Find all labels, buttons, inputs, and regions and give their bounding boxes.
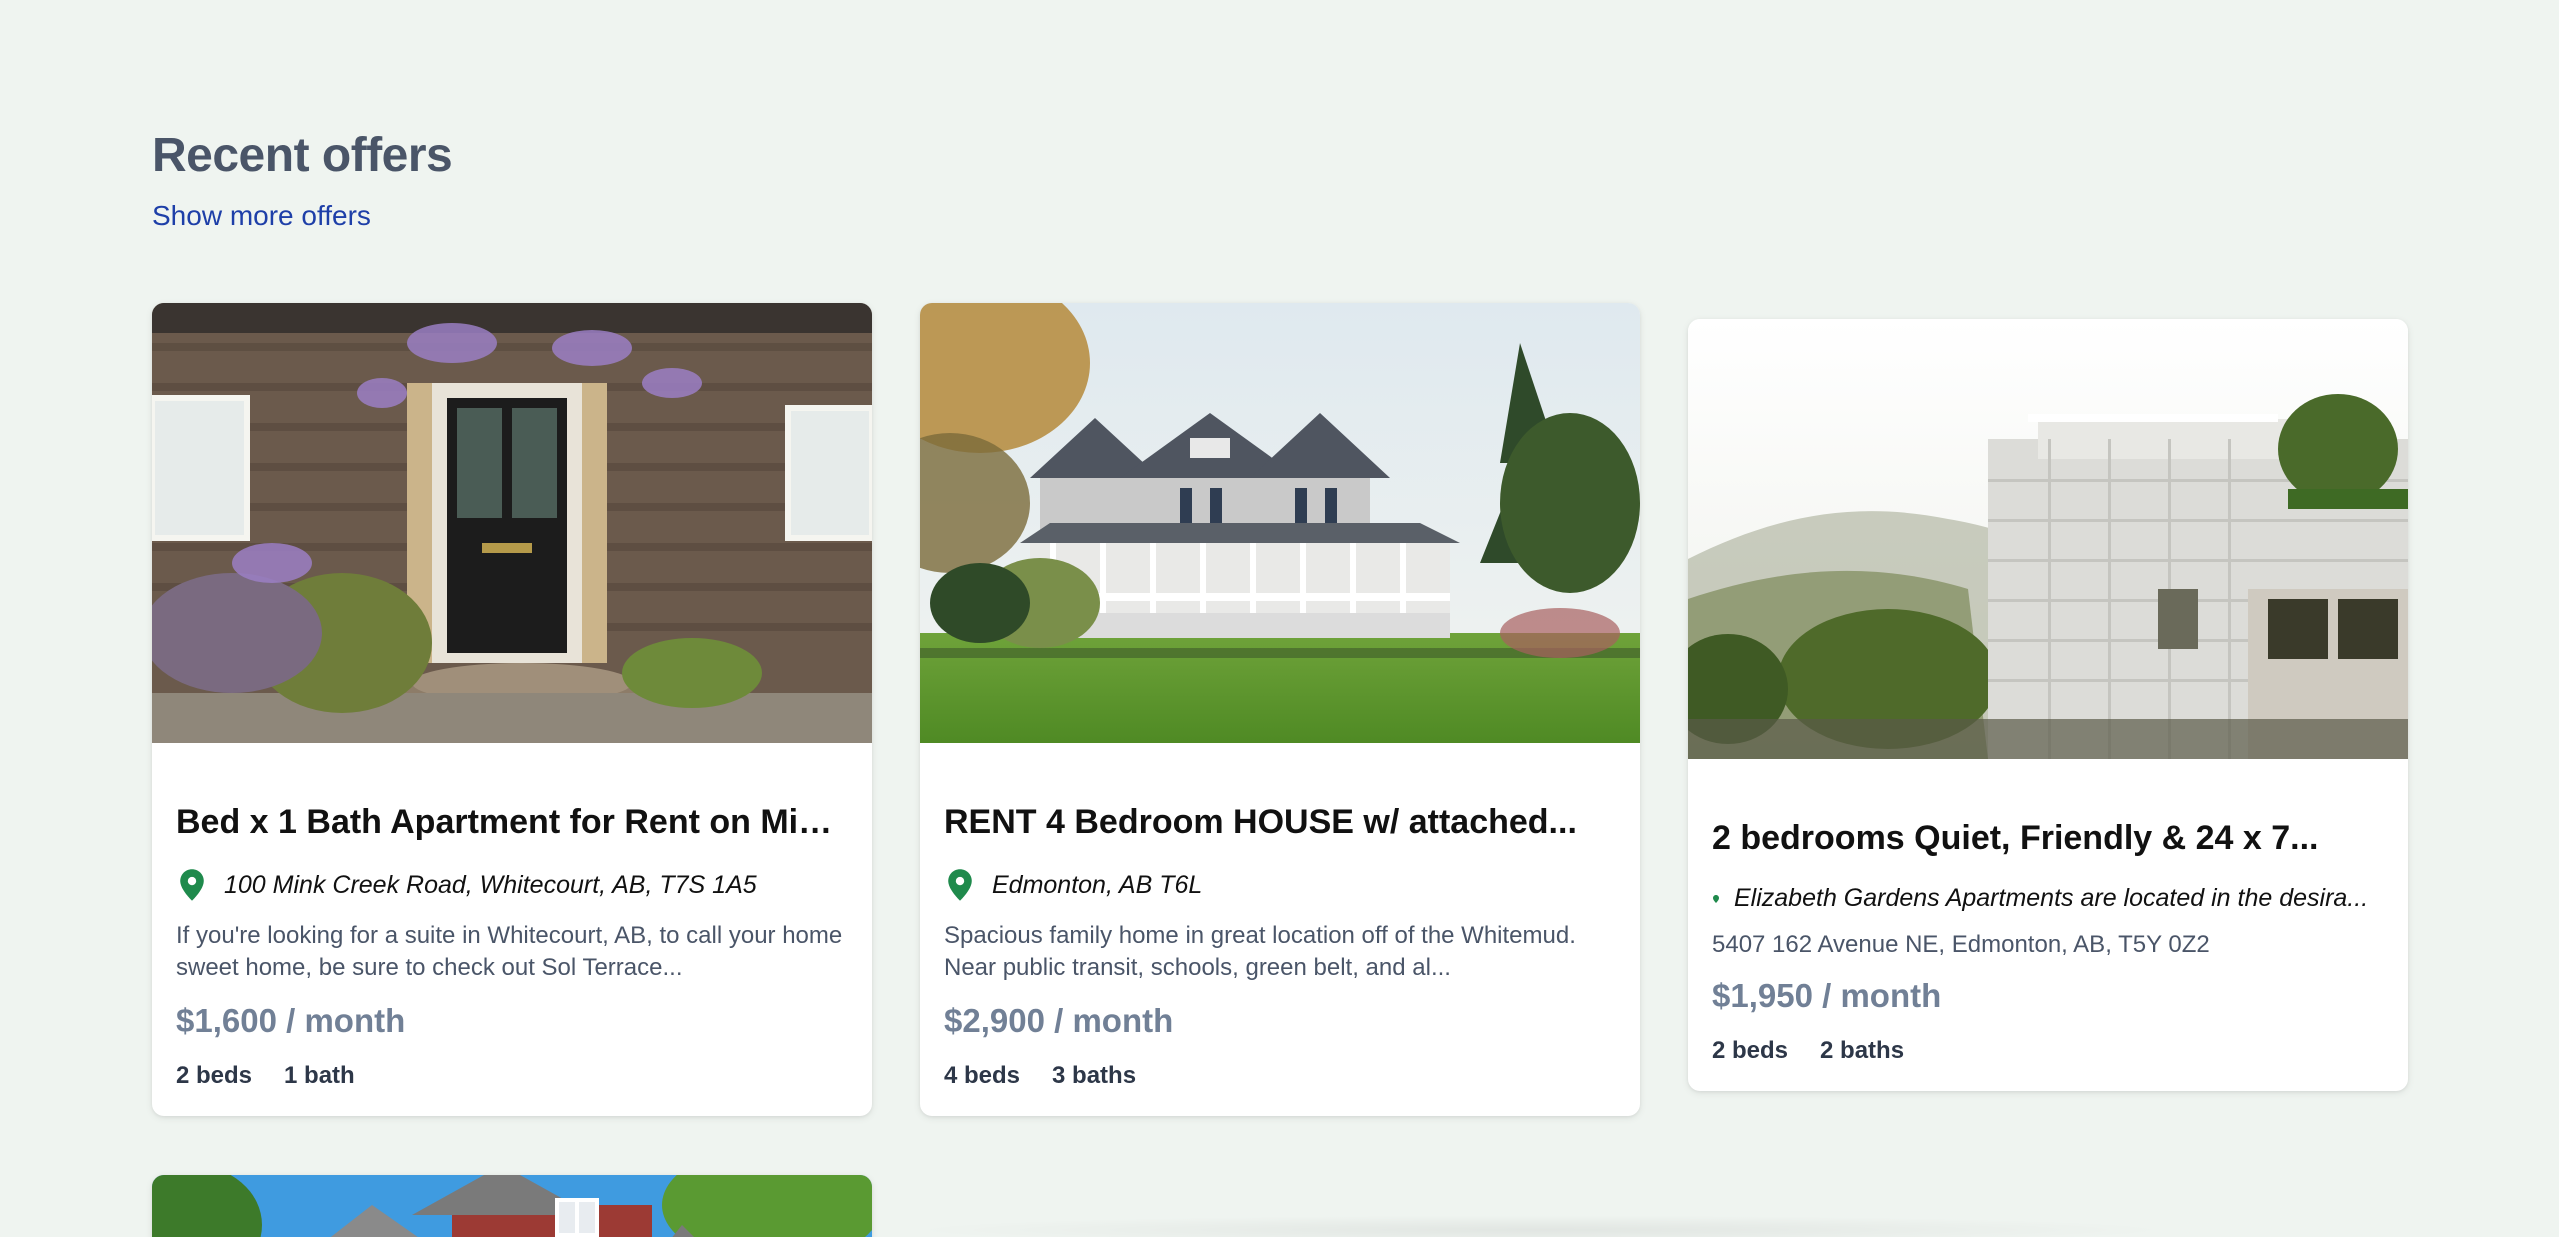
map-pin-icon	[948, 869, 972, 901]
offer-location: 100 Mink Creek Road, Whitecourt, AB, T7S…	[176, 868, 848, 902]
bottom-shadow	[900, 1215, 2180, 1237]
offer-card-body: Bed x 1 Bath Apartment for Rent on Mink.…	[152, 803, 872, 1116]
offer-address: 5407 162 Avenue NE, Edmonton, AB, T5Y 0Z…	[1712, 931, 2210, 958]
offer-card-body: RENT 4 Bedroom HOUSE w/ attached... Edmo…	[920, 803, 1640, 1116]
offer-title: 2 bedrooms Quiet, Friendly & 24 x 7...	[1712, 819, 2319, 857]
offer-image	[1688, 319, 2408, 759]
offer-price: $2,900 / month	[944, 1002, 1174, 1039]
offer-location-text: Edmonton, AB T6L	[992, 870, 1203, 899]
offer-baths: 3 baths	[1052, 1062, 1137, 1089]
show-more-offers-link[interactable]: Show more offers	[152, 200, 371, 232]
offer-beds: 2 beds	[1712, 1037, 1789, 1064]
offer-image	[152, 303, 872, 743]
offer-card[interactable]	[152, 1175, 872, 1237]
offer-baths: 2 baths	[1820, 1037, 1905, 1064]
map-pin-icon	[180, 869, 204, 901]
map-pin-icon	[1713, 894, 1719, 903]
page: Recent offers Show more offers Bed x 1 B…	[0, 0, 2559, 1237]
offer-title: Bed x 1 Bath Apartment for Rent on Mink.…	[176, 803, 848, 841]
offer-price: $1,600 / month	[176, 1002, 406, 1039]
offer-stats: 2 beds 1 bath	[176, 1062, 848, 1090]
offer-stats: 4 beds 3 baths	[944, 1062, 1616, 1090]
offer-title: RENT 4 Bedroom HOUSE w/ attached...	[944, 803, 1577, 841]
offer-card[interactable]: 2 bedrooms Quiet, Friendly & 24 x 7... E…	[1688, 319, 2408, 1091]
offer-image	[152, 1175, 872, 1237]
offer-location: Edmonton, AB T6L	[944, 868, 1616, 902]
section-title: Recent offers	[152, 129, 453, 182]
offer-beds: 4 beds	[944, 1062, 1021, 1089]
offer-location: Elizabeth Gardens Apartments are located…	[1712, 884, 2384, 913]
offer-location-text: 100 Mink Creek Road, Whitecourt, AB, T7S…	[224, 870, 757, 899]
offer-description: Spacious family home in great location o…	[944, 922, 1576, 981]
offer-image-modern-building	[1688, 319, 2408, 759]
offer-image	[920, 303, 1640, 743]
offer-card[interactable]: Bed x 1 Bath Apartment for Rent on Mink.…	[152, 303, 872, 1116]
offer-card-body: 2 bedrooms Quiet, Friendly & 24 x 7... E…	[1688, 819, 2408, 1091]
offer-price: $1,950 / month	[1712, 977, 1942, 1014]
offer-location-text: Elizabeth Gardens Apartments are located…	[1734, 884, 2369, 912]
offer-card[interactable]: RENT 4 Bedroom HOUSE w/ attached... Edmo…	[920, 303, 1640, 1116]
offer-stats: 2 beds 2 baths	[1712, 1037, 2384, 1065]
offer-beds: 2 beds	[176, 1062, 253, 1089]
offer-image-brick-house	[152, 303, 872, 743]
offer-image-white-house	[920, 303, 1640, 743]
offer-image-red-house	[152, 1175, 872, 1237]
offer-description: If you're looking for a suite in Whiteco…	[176, 922, 843, 981]
offer-baths: 1 bath	[284, 1062, 355, 1089]
